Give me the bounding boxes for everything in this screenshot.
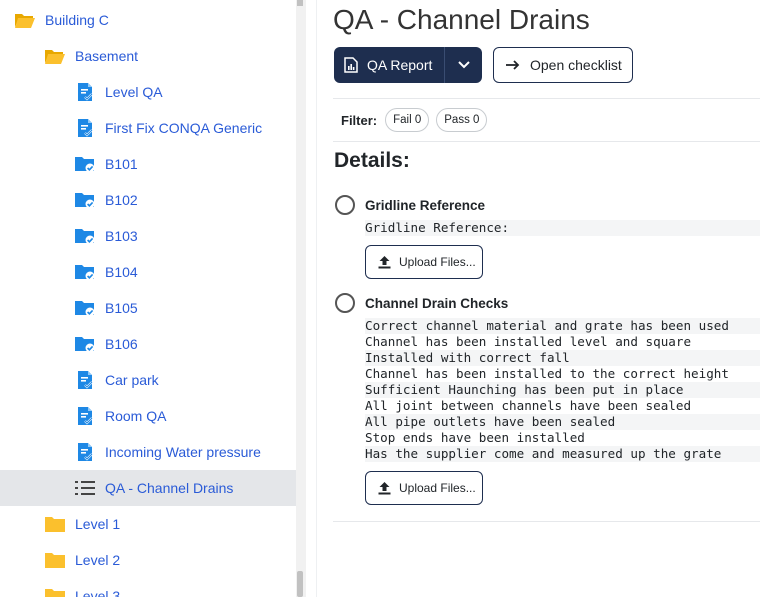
tree-item-label: Level 3 — [75, 588, 121, 597]
tree-item-label: Level 2 — [75, 552, 121, 568]
upload-files-label: Upload Files... — [399, 481, 476, 495]
sidebar-tree: Building C Basement Level QA First Fix C… — [0, 0, 306, 597]
tree-item-label: Basement — [75, 48, 139, 64]
tree-item-label: B105 — [105, 300, 138, 316]
checklist-doc-icon — [74, 82, 96, 102]
folder-check-icon — [74, 298, 96, 318]
check-description-line: All pipe outlets have been sealed — [365, 414, 760, 430]
check-description-line: Has the supplier come and measured up th… — [365, 446, 760, 462]
upload-files-label: Upload Files... — [399, 255, 476, 269]
open-checklist-label: Open checklist — [530, 57, 622, 73]
tree-item-building-c[interactable]: Building C — [0, 2, 296, 38]
details-title: Details: — [334, 149, 410, 172]
upload-files-button[interactable]: Upload Files... — [365, 245, 483, 279]
folder-icon — [44, 514, 66, 534]
qa-report-button-group: QA Report — [334, 47, 483, 83]
folder-open-icon — [14, 10, 36, 30]
folder-check-icon — [74, 334, 96, 354]
folder-check-icon — [74, 190, 96, 210]
check-status-radio[interactable] — [335, 293, 355, 313]
filter-pass-pill[interactable]: Pass 0 — [436, 108, 488, 132]
tree-item-b102[interactable]: B102 — [0, 182, 296, 218]
qa-report-button[interactable]: QA Report — [334, 47, 445, 83]
tree-item-incoming-water[interactable]: Incoming Water pressure — [0, 434, 296, 470]
tree-item-qa-channel-drains[interactable]: QA - Channel Drains — [0, 470, 296, 506]
check-title: Gridline Reference — [365, 197, 486, 213]
check-description-line: Sufficient Haunching has been put in pla… — [365, 382, 760, 398]
check-description-line: Installed with correct fall — [365, 350, 760, 366]
check-description-line: All joint between channels have been sea… — [365, 398, 760, 414]
folder-check-icon — [74, 154, 96, 174]
tree-item-label: Incoming Water pressure — [105, 444, 261, 460]
check-description-line: Channel has been installed to the correc… — [365, 366, 760, 382]
tree-item-b101[interactable]: B101 — [0, 146, 296, 182]
scrollbar-thumb[interactable] — [297, 571, 303, 597]
filter-bar: Filter: Fail 0 Pass 0 — [333, 98, 760, 142]
checklist-doc-icon — [74, 370, 96, 390]
upload-files-button[interactable]: Upload Files... — [365, 471, 483, 505]
tree-item-label: B101 — [105, 156, 138, 172]
tree-item-b103[interactable]: B103 — [0, 218, 296, 254]
main-panel: QA - Channel Drains QA Report Open check… — [316, 0, 760, 597]
sidebar-scrollbar[interactable] — [296, 0, 306, 597]
check-description-line: Channel has been installed level and squ… — [365, 334, 760, 350]
checklist-doc-icon — [74, 406, 96, 426]
tree-item-basement[interactable]: Basement — [0, 38, 296, 74]
tree-item-level-1[interactable]: Level 1 — [0, 506, 296, 542]
check-description: Correct channel material and grate has b… — [365, 318, 760, 462]
open-checklist-button[interactable]: Open checklist — [493, 47, 633, 83]
page-title: QA - Channel Drains — [333, 4, 590, 35]
check-description-line: Stop ends have been installed — [365, 430, 760, 446]
check-description: Gridline Reference: — [365, 220, 760, 236]
check-channel-drain-checks: Channel Drain Checks — [335, 293, 508, 313]
tree-item-label: First Fix CONQA Generic — [105, 120, 263, 136]
tree-item-b106[interactable]: B106 — [0, 326, 296, 362]
check-description-line: Gridline Reference: — [365, 220, 760, 236]
tree-item-label: Level QA — [105, 84, 163, 100]
chevron-down-icon — [458, 61, 470, 69]
folder-check-icon — [74, 226, 96, 246]
folder-icon — [44, 550, 66, 570]
check-gridline-reference: Gridline Reference — [335, 195, 485, 215]
checklist-doc-icon — [74, 442, 96, 462]
tree-item-label: B106 — [105, 336, 138, 352]
qa-report-label: QA Report — [367, 57, 433, 73]
tree-item-b105[interactable]: B105 — [0, 290, 296, 326]
tree-item-car-park[interactable]: Car park — [0, 362, 296, 398]
tree-item-level-3[interactable]: Level 3 — [0, 578, 296, 597]
tree-item-label: B104 — [105, 264, 138, 280]
tree-item-label: B102 — [105, 192, 138, 208]
tree-item-label: B103 — [105, 228, 138, 244]
tree-item-room-qa[interactable]: Room QA — [0, 398, 296, 434]
filter-label: Filter: — [341, 112, 378, 128]
check-status-radio[interactable] — [335, 195, 355, 215]
tree-item-first-fix[interactable]: First Fix CONQA Generic — [0, 110, 296, 146]
tree-item-label: Room QA — [105, 408, 167, 424]
filter-fail-pill[interactable]: Fail 0 — [385, 108, 430, 132]
check-description-line: Correct channel material and grate has b… — [365, 318, 760, 334]
arrow-right-icon — [506, 60, 520, 70]
tree-item-label: QA - Channel Drains — [105, 480, 234, 496]
checklist-doc-icon — [74, 118, 96, 138]
tree-item-level-qa[interactable]: Level QA — [0, 74, 296, 110]
scrollbar-arrow-up[interactable] — [297, 0, 303, 6]
tree-item-label: Level 1 — [75, 516, 121, 532]
folder-icon — [44, 586, 66, 597]
tree-item-label: Building C — [45, 12, 109, 28]
list-icon — [74, 478, 96, 498]
qa-report-dropdown-button[interactable] — [444, 47, 483, 83]
details-section: Details: Gridline Reference Gridline Ref… — [333, 142, 760, 522]
report-chart-icon — [344, 57, 358, 73]
folder-check-icon — [74, 262, 96, 282]
tree-item-level-2[interactable]: Level 2 — [0, 542, 296, 578]
upload-icon — [378, 481, 391, 495]
tree-item-label: Car park — [105, 372, 159, 388]
tree-item-b104[interactable]: B104 — [0, 254, 296, 290]
folder-open-icon — [44, 46, 66, 66]
check-title: Channel Drain Checks — [365, 295, 509, 311]
upload-icon — [378, 255, 391, 269]
